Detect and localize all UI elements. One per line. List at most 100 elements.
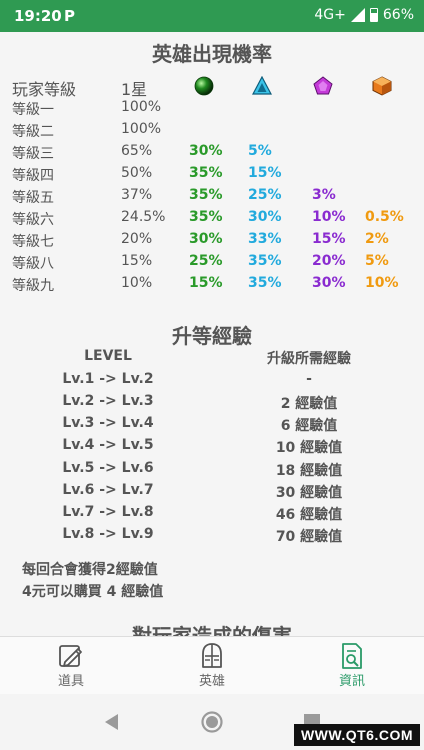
exp-level-range: Lv.3 -> Lv.4 bbox=[62, 415, 154, 431]
rate-tier2: 35% bbox=[189, 187, 223, 203]
item-pen-icon bbox=[59, 645, 82, 667]
exp-row: Lv.5 -> Lv.6 18 經驗值 bbox=[0, 460, 424, 482]
rate-tier2: 35% bbox=[189, 165, 223, 181]
nav-label-heroes: 英雄 bbox=[198, 674, 225, 689]
exp-row: Lv.4 -> Lv.5 10 經驗值 bbox=[0, 437, 424, 459]
exp-row: Lv.1 -> Lv.2 - bbox=[0, 371, 424, 393]
rate-tier1: 50% bbox=[121, 165, 153, 181]
rate-tier1: 15% bbox=[121, 253, 153, 269]
player-level-header: 玩家等級 bbox=[12, 80, 77, 99]
exp-note-per-round: 每回合會獲得2經驗值 bbox=[22, 562, 158, 578]
exp-row: Lv.2 -> Lv.3 2 經驗值 bbox=[0, 393, 424, 415]
rate-tier4: 3% bbox=[312, 187, 336, 203]
battery-icon bbox=[369, 8, 378, 22]
rate-row: 等級六 24.5% 35% 30% 10% 0.5% bbox=[0, 209, 424, 231]
exp-level-range: Lv.6 -> Lv.7 bbox=[62, 482, 154, 498]
exp-required: 10 經驗值 bbox=[275, 440, 343, 456]
exp-row: Lv.8 -> Lv.9 70 經驗值 bbox=[0, 526, 424, 548]
rate-row: 等級四 50% 35% 15% bbox=[0, 165, 424, 187]
rate-tier2: 25% bbox=[189, 253, 223, 269]
rate-tier1: 65% bbox=[121, 143, 153, 159]
exp-level-range: Lv.1 -> Lv.2 bbox=[62, 371, 154, 387]
exp-col-level: LEVEL bbox=[84, 348, 132, 364]
rate-tier2: 35% bbox=[189, 209, 223, 225]
star1-header: 1星 bbox=[121, 80, 148, 99]
rates-title: 英雄出現機率 bbox=[152, 42, 272, 66]
exp-row: Lv.3 -> Lv.4 6 經驗值 bbox=[0, 415, 424, 437]
rate-tier1: 24.5% bbox=[121, 209, 166, 225]
rate-tier4: 15% bbox=[312, 231, 346, 247]
rate-tier3: 33% bbox=[248, 231, 282, 247]
exp-required: 46 經驗值 bbox=[275, 507, 343, 523]
rate-tier1: 100% bbox=[121, 99, 162, 115]
rate-tier3: 5% bbox=[248, 143, 272, 159]
level-label: 等級四 bbox=[12, 168, 54, 184]
exp-level-range: Lv.5 -> Lv.6 bbox=[62, 460, 154, 476]
exp-required: 30 經驗值 bbox=[275, 485, 343, 501]
battery-percent: 66% bbox=[382, 7, 414, 23]
level-label: 等級一 bbox=[12, 102, 54, 118]
rate-tier2: 30% bbox=[189, 143, 223, 159]
rate-tier2: 15% bbox=[189, 275, 223, 291]
nav-label-items: 道具 bbox=[57, 674, 84, 689]
nav-item-heroes[interactable]: 英雄 bbox=[152, 637, 272, 695]
rate-tier3: 15% bbox=[248, 165, 282, 181]
rate-tier5: 2% bbox=[365, 231, 389, 247]
rate-tier1: 100% bbox=[121, 121, 162, 137]
signal-icon bbox=[350, 8, 365, 22]
rate-tier4: 20% bbox=[312, 253, 346, 269]
rate-tier1: 20% bbox=[121, 231, 153, 247]
level-label: 等級九 bbox=[12, 278, 54, 294]
nav-label-info: 資訊 bbox=[338, 674, 365, 689]
level-label: 等級二 bbox=[12, 124, 54, 140]
rate-tier2: 30% bbox=[189, 231, 223, 247]
exp-col-required: 升級所需經驗 bbox=[267, 351, 351, 367]
status-right: 4G+ 66% bbox=[314, 7, 414, 23]
rates-header-row: 玩家等級 1星 bbox=[0, 76, 424, 99]
info-content[interactable]: 英雄出現機率 玩家等級 1星 等級一 100% 等級二 100% 等級三 65%… bbox=[0, 32, 424, 636]
nav-item-info[interactable]: 資訊 bbox=[292, 637, 412, 695]
back-icon[interactable] bbox=[100, 710, 124, 734]
rate-row: 等級一 100% bbox=[0, 99, 424, 121]
nav-item-items[interactable]: 道具 bbox=[11, 637, 131, 695]
rate-tier5: 0.5% bbox=[365, 209, 404, 225]
rate-row: 等級三 65% 30% 5% bbox=[0, 143, 424, 165]
watermark: WWW.QT6.COM bbox=[293, 724, 420, 746]
exp-row: Lv.7 -> Lv.8 46 經驗值 bbox=[0, 504, 424, 526]
exp-required: 6 經驗值 bbox=[280, 418, 338, 434]
app-notification-icon: P bbox=[64, 7, 75, 25]
rate-row: 等級八 15% 25% 35% 20% 5% bbox=[0, 253, 424, 275]
rate-tier3: 30% bbox=[248, 209, 282, 225]
status-time: 19:20 bbox=[14, 7, 62, 25]
level-label: 等級八 bbox=[12, 256, 54, 272]
info-document-icon bbox=[342, 643, 362, 669]
exp-required: 18 經驗值 bbox=[275, 463, 343, 479]
rate-row: 等級九 10% 15% 35% 30% 10% bbox=[0, 275, 424, 297]
exp-required: 2 經驗值 bbox=[280, 396, 338, 412]
rate-row: 等級五 37% 35% 25% 3% bbox=[0, 187, 424, 209]
rate-tier3: 25% bbox=[248, 187, 282, 203]
exp-level-range: Lv.4 -> Lv.5 bbox=[62, 437, 154, 453]
exp-level-range: Lv.7 -> Lv.8 bbox=[62, 504, 154, 520]
green-orb-icon bbox=[194, 76, 214, 96]
rate-row: 等級七 20% 30% 33% 15% 2% bbox=[0, 231, 424, 253]
hero-helmet-icon bbox=[202, 643, 222, 668]
rate-tier4: 10% bbox=[312, 209, 346, 225]
orange-cube-icon bbox=[372, 76, 392, 96]
exp-title: 升等經驗 bbox=[172, 324, 252, 348]
rate-row: 等級二 100% bbox=[0, 121, 424, 143]
exp-header-row: LEVEL 升級所需經驗 bbox=[0, 348, 424, 368]
exp-note-purchase: 4元可以購買 4 經驗值 bbox=[22, 584, 164, 600]
home-icon[interactable] bbox=[200, 710, 224, 734]
rate-tier4: 30% bbox=[312, 275, 346, 291]
exp-level-range: Lv.2 -> Lv.3 bbox=[62, 393, 154, 409]
level-label: 等級六 bbox=[12, 212, 54, 228]
damage-section-title: 對玩家造成的傷害 bbox=[132, 624, 292, 636]
exp-row: Lv.6 -> Lv.7 30 經驗值 bbox=[0, 482, 424, 504]
purple-pentagon-icon bbox=[313, 76, 333, 95]
level-label: 等級三 bbox=[12, 146, 54, 162]
rate-tier3: 35% bbox=[248, 275, 282, 291]
cyan-triangle-icon bbox=[252, 76, 272, 95]
level-label: 等級七 bbox=[12, 234, 54, 250]
exp-required: 70 經驗值 bbox=[275, 529, 343, 545]
